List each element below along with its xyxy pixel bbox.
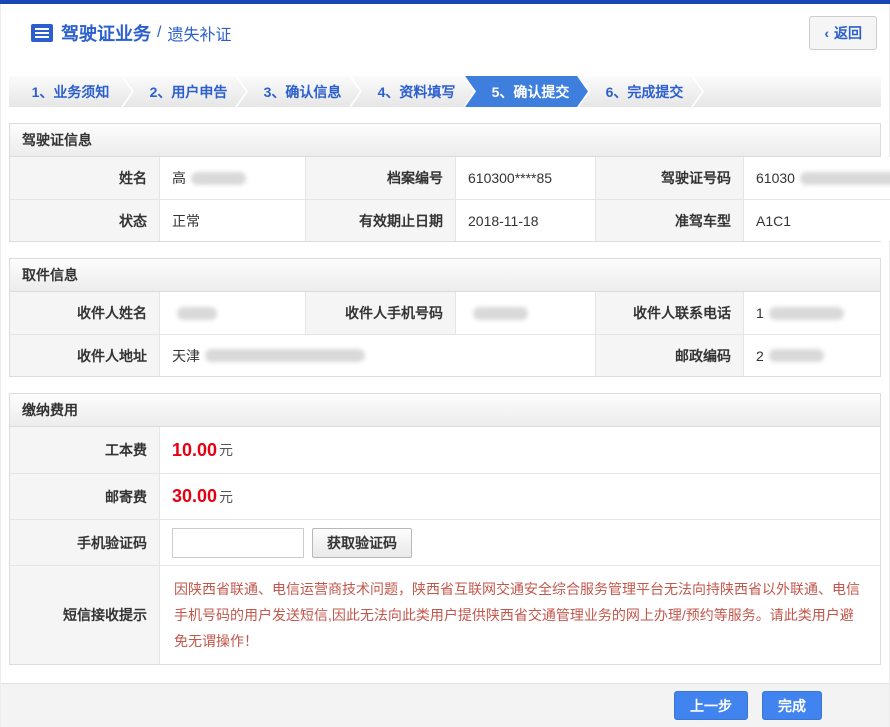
sms-notice-text: 因陕西省联通、电信运营商技术问题，陕西省互联网交通安全综合服务管理平台无法向持陕…	[174, 576, 866, 654]
production-fee-value: 10.00 元	[160, 427, 880, 473]
license-no-value: 61030	[744, 157, 890, 199]
back-button[interactable]: ‹ 返回	[809, 16, 877, 50]
recipient-name-label: 收件人姓名	[10, 292, 160, 334]
vehicle-class-value: A1C1	[744, 199, 890, 241]
page-subtitle: 遗失补证	[167, 21, 231, 45]
pickup-section-title: 取件信息	[10, 259, 880, 292]
postage-fee-amount: 30.00	[172, 486, 217, 507]
step-4-fill-data: 4、资料填写	[351, 76, 474, 107]
redacted-value	[177, 307, 217, 320]
previous-step-button[interactable]: 上一步	[674, 691, 748, 720]
sms-code-label: 手机验证码	[10, 519, 160, 565]
payment-section: 缴纳费用 工本费 10.00 元 邮寄费 30.00 元 手机验证码 获取验证码…	[9, 393, 881, 665]
sms-code-input[interactable]	[172, 528, 304, 558]
list-icon	[31, 24, 53, 42]
address-label: 收件人地址	[10, 334, 160, 376]
page-title: 驾驶证业务	[61, 20, 151, 46]
production-fee-unit: 元	[219, 440, 233, 460]
pickup-info-section: 取件信息 收件人姓名 收件人手机号码 收件人联系电话 1 收件人地址 天津 邮政…	[9, 258, 881, 377]
vehicle-class-label: 准驾车型	[596, 199, 744, 241]
get-code-button[interactable]: 获取验证码	[312, 528, 412, 558]
step-2-user-declaration: 2、用户申告	[123, 76, 246, 107]
expiry-value: 2018-11-18	[456, 199, 596, 241]
recipient-mobile-label: 收件人手机号码	[306, 292, 456, 334]
sms-notice-cell: 因陕西省联通、电信运营商技术问题，陕西省互联网交通安全综合服务管理平台无法向持陕…	[160, 565, 880, 664]
license-info-section: 驾驶证信息 姓名 高 档案编号 610300****85 驾驶证号码 61030…	[9, 123, 881, 242]
postage-fee-value: 30.00 元	[160, 473, 880, 519]
payment-table: 工本费 10.00 元 邮寄费 30.00 元 手机验证码 获取验证码 短信接收…	[10, 427, 880, 664]
step-wizard-filler	[693, 76, 881, 107]
redacted-value	[205, 349, 365, 362]
status-value: 正常	[160, 199, 306, 241]
name-value: 高	[160, 157, 306, 199]
address-value: 天津	[160, 334, 596, 376]
redacted-value	[769, 349, 824, 362]
redacted-value	[191, 172, 246, 185]
license-info-table: 姓名 高 档案编号 610300****85 驾驶证号码 61030 状态 正常…	[10, 157, 880, 241]
recipient-name-value	[160, 292, 306, 334]
status-label: 状态	[10, 199, 160, 241]
payment-section-title: 缴纳费用	[10, 394, 880, 427]
expiry-label: 有效期止日期	[306, 199, 456, 241]
step-6-finish-submit: 6、完成提交	[579, 76, 702, 107]
page-container: 驾驶证业务 / 遗失补证 ‹ 返回 1、业务须知 2、用户申告 3、确认信息 4…	[0, 4, 890, 727]
redacted-value	[473, 307, 528, 320]
finish-button[interactable]: 完成	[762, 691, 822, 720]
chevron-left-icon: ‹	[824, 25, 829, 41]
breadcrumb-separator: /	[157, 24, 161, 42]
license-section-title: 驾驶证信息	[10, 124, 880, 157]
back-button-label: 返回	[834, 23, 862, 43]
step-wizard: 1、业务须知 2、用户申告 3、确认信息 4、资料填写 5、确认提交 6、完成提…	[9, 76, 881, 107]
license-no-label: 驾驶证号码	[596, 157, 744, 199]
production-fee-label: 工本费	[10, 427, 160, 473]
pickup-info-table: 收件人姓名 收件人手机号码 收件人联系电话 1 收件人地址 天津 邮政编码 2	[10, 292, 880, 376]
postage-fee-label: 邮寄费	[10, 473, 160, 519]
step-1-business-notice: 1、业务须知	[9, 76, 132, 107]
sms-code-row: 获取验证码	[160, 519, 880, 565]
footer-action-bar: 上一步 完成	[1, 683, 889, 727]
file-no-label: 档案编号	[306, 157, 456, 199]
production-fee-amount: 10.00	[172, 440, 217, 461]
name-label: 姓名	[10, 157, 160, 199]
postage-fee-unit: 元	[219, 487, 233, 507]
recipient-mobile-value	[456, 292, 596, 334]
step-5-confirm-submit: 5、确认提交	[465, 76, 588, 107]
file-no-value: 610300****85	[456, 157, 596, 199]
postcode-label: 邮政编码	[596, 334, 744, 376]
contact-phone-label: 收件人联系电话	[596, 292, 744, 334]
redacted-value	[800, 172, 890, 185]
sms-notice-label: 短信接收提示	[10, 565, 160, 664]
contact-phone-value: 1	[744, 292, 880, 334]
header: 驾驶证业务 / 遗失补证 ‹ 返回	[1, 4, 889, 62]
breadcrumb: 驾驶证业务 / 遗失补证	[31, 20, 231, 46]
step-3-confirm-info: 3、确认信息	[237, 76, 360, 107]
redacted-value	[769, 307, 844, 320]
postcode-value: 2	[744, 334, 880, 376]
